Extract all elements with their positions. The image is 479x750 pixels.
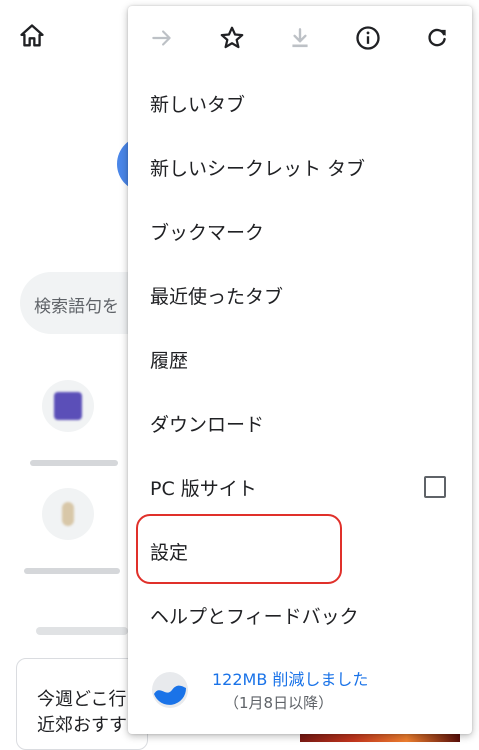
menu-item-label: PC 版サイト bbox=[150, 478, 257, 500]
section-header bbox=[36, 627, 128, 635]
info-icon[interactable] bbox=[350, 20, 386, 56]
desktop-site-checkbox[interactable] bbox=[424, 476, 446, 498]
menu-item-desktop-site[interactable]: PC 版サイト bbox=[128, 454, 472, 518]
menu-item-settings[interactable]: 設定 bbox=[128, 518, 472, 582]
shortcut-tile-label bbox=[24, 568, 120, 574]
menu-toolbar bbox=[128, 6, 472, 70]
menu-item-downloads[interactable]: ダウンロード bbox=[128, 390, 472, 454]
home-icon[interactable] bbox=[18, 22, 46, 50]
article-title-line: 今週どこ行 bbox=[37, 689, 127, 710]
menu-item-help-feedback[interactable]: ヘルプとフィードバック bbox=[128, 582, 472, 646]
data-saver-summary[interactable]: 122MB 削減しました （1月8日以降） bbox=[128, 650, 472, 734]
menu-item-recent-tabs[interactable]: 最近使ったタブ bbox=[128, 262, 472, 326]
data-saved-amount: 122MB 削減しました bbox=[212, 670, 369, 689]
shortcut-tile[interactable] bbox=[42, 380, 94, 432]
shortcut-tile[interactable] bbox=[42, 488, 94, 540]
menu-item-history[interactable]: 履歴 bbox=[128, 326, 472, 390]
shortcut-tile-label bbox=[30, 460, 118, 466]
menu-item-label: 履歴 bbox=[150, 350, 189, 372]
refresh-icon[interactable] bbox=[419, 20, 455, 56]
menu-item-label: 新しいシークレット タブ bbox=[150, 158, 366, 180]
menu-item-label: ヘルプとフィードバック bbox=[150, 606, 359, 628]
data-saved-since: （1月8日以降） bbox=[224, 694, 334, 712]
data-saver-icon bbox=[150, 670, 190, 710]
search-placeholder: 検索語句を bbox=[34, 297, 119, 317]
menu-item-bookmarks[interactable]: ブックマーク bbox=[128, 198, 472, 262]
menu-item-new-tab[interactable]: 新しいタブ bbox=[128, 70, 472, 134]
forward-icon[interactable] bbox=[144, 20, 180, 56]
menu-item-label: 新しいタブ bbox=[150, 94, 246, 116]
star-icon[interactable] bbox=[214, 20, 250, 56]
overflow-menu: 新しいタブ 新しいシークレット タブ ブックマーク 最近使ったタブ 履歴 ダウン… bbox=[128, 6, 472, 734]
article-title-line: 近郊おすす bbox=[37, 715, 127, 736]
menu-item-label: 最近使ったタブ bbox=[150, 286, 284, 308]
menu-item-label: 設定 bbox=[150, 542, 189, 564]
menu-item-new-incognito-tab[interactable]: 新しいシークレット タブ bbox=[128, 134, 472, 198]
menu-item-label: ブックマーク bbox=[150, 222, 265, 244]
menu-item-label: ダウンロード bbox=[150, 414, 265, 436]
download-icon[interactable] bbox=[282, 20, 318, 56]
